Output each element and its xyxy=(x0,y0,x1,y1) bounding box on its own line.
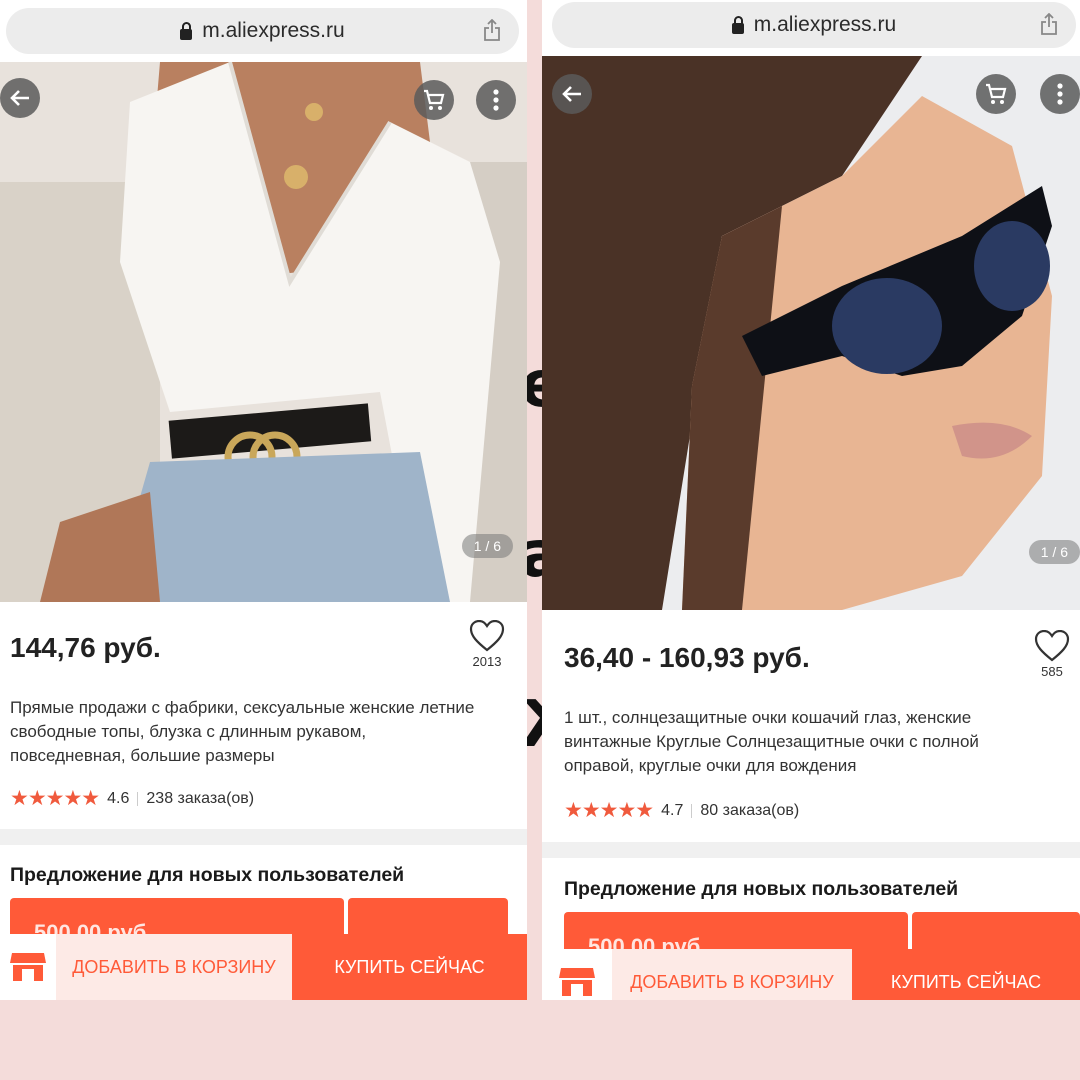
rating-row[interactable]: ★★★★★ 4.6 238 заказа(ов) xyxy=(10,786,254,811)
add-to-cart-button[interactable]: ДОБАВИТЬ В КОРЗИНУ xyxy=(612,949,852,1000)
heart-icon xyxy=(469,620,505,652)
share-icon[interactable] xyxy=(1040,13,1058,35)
store-icon xyxy=(10,953,46,981)
more-button[interactable] xyxy=(476,80,516,120)
favorite-button[interactable]: 585 xyxy=(1027,630,1077,679)
lock-icon xyxy=(180,21,193,40)
star-icon: ★★★★★ xyxy=(564,799,654,822)
product-image[interactable]: 1 / 6 xyxy=(542,56,1080,610)
rating-value: 4.6 xyxy=(107,789,130,807)
url-field[interactable]: m.aliexpress.ru xyxy=(552,2,1076,48)
cart-icon xyxy=(424,89,445,110)
store-button[interactable] xyxy=(0,934,56,1000)
product-info: 36,40 - 160,93 руб. 585 1 шт., солнцезащ… xyxy=(542,610,1080,842)
section-divider xyxy=(0,829,527,845)
orders-count: 80 заказа(ов) xyxy=(700,801,800,819)
lock-icon xyxy=(731,15,744,34)
image-counter: 1 / 6 xyxy=(1028,540,1080,564)
product-price: 144,76 руб. xyxy=(10,632,161,663)
store-icon xyxy=(559,968,595,996)
browser-address-bar: m.aliexpress.ru xyxy=(542,0,1080,56)
product-photo xyxy=(542,56,1080,610)
cart-icon xyxy=(986,83,1007,104)
store-button[interactable] xyxy=(542,949,612,1000)
more-icon xyxy=(1057,83,1063,105)
product-title[interactable]: 1 шт., солнцезащитные очки кошачий глаз,… xyxy=(564,706,1044,778)
rating-value: 4.7 xyxy=(661,801,684,819)
product-info: 144,76 руб. 2013 Прямые продажи с фабрик… xyxy=(0,602,527,829)
url-field[interactable]: m.aliexpress.ru xyxy=(6,8,519,54)
right-product-screenshot: m.aliexpress.ru 1 / 6 36,40 - 160,93 руб… xyxy=(542,0,1080,1000)
more-button[interactable] xyxy=(1040,74,1080,114)
action-bar: ДОБАВИТЬ В КОРЗИНУ КУПИТЬ СЕЙЧАС xyxy=(0,934,527,1000)
action-bar: ДОБАВИТЬ В КОРЗИНУ КУПИТЬ СЕЙЧАС xyxy=(542,949,1080,1000)
back-button[interactable] xyxy=(552,74,592,114)
product-price: 36,40 - 160,93 руб. xyxy=(564,642,810,673)
product-photo xyxy=(0,62,527,602)
image-counter: 1 / 6 xyxy=(461,534,513,558)
left-product-screenshot: m.aliexpress.ru 1 / 6 144,76 руб. 2013 П… xyxy=(0,0,527,1000)
promo-title: Предложение для новых пользователей xyxy=(564,878,959,900)
rating-row[interactable]: ★★★★★ 4.7 80 заказа(ов) xyxy=(564,798,799,823)
share-icon[interactable] xyxy=(483,19,501,41)
product-image[interactable]: 1 / 6 xyxy=(0,62,527,602)
back-button[interactable] xyxy=(0,78,40,118)
back-arrow-icon xyxy=(10,90,29,106)
heart-icon xyxy=(1034,630,1070,662)
favorites-count: 585 xyxy=(1041,664,1063,679)
orders-count: 238 заказа(ов) xyxy=(146,789,255,807)
buy-now-button[interactable]: КУПИТЬ СЕЙЧАС xyxy=(292,934,527,1000)
browser-address-bar: m.aliexpress.ru xyxy=(0,0,527,62)
cart-button[interactable] xyxy=(414,80,454,120)
favorite-button[interactable]: 2013 xyxy=(462,620,512,669)
back-arrow-icon xyxy=(562,86,581,102)
cart-button[interactable] xyxy=(976,74,1016,114)
more-icon xyxy=(493,89,499,111)
star-icon: ★★★★★ xyxy=(10,787,100,810)
buy-now-button[interactable]: КУПИТЬ СЕЙЧАС xyxy=(852,949,1080,1000)
section-divider xyxy=(542,842,1080,858)
divider xyxy=(691,803,693,818)
product-title[interactable]: Прямые продажи с фабрики, сексуальные же… xyxy=(10,696,477,768)
url-text: m.aliexpress.ru xyxy=(753,13,897,36)
divider xyxy=(137,791,139,806)
promo-title: Предложение для новых пользователей xyxy=(10,864,405,886)
add-to-cart-button[interactable]: ДОБАВИТЬ В КОРЗИНУ xyxy=(56,934,292,1000)
url-text: m.aliexpress.ru xyxy=(202,19,345,42)
favorites-count: 2013 xyxy=(472,654,502,669)
